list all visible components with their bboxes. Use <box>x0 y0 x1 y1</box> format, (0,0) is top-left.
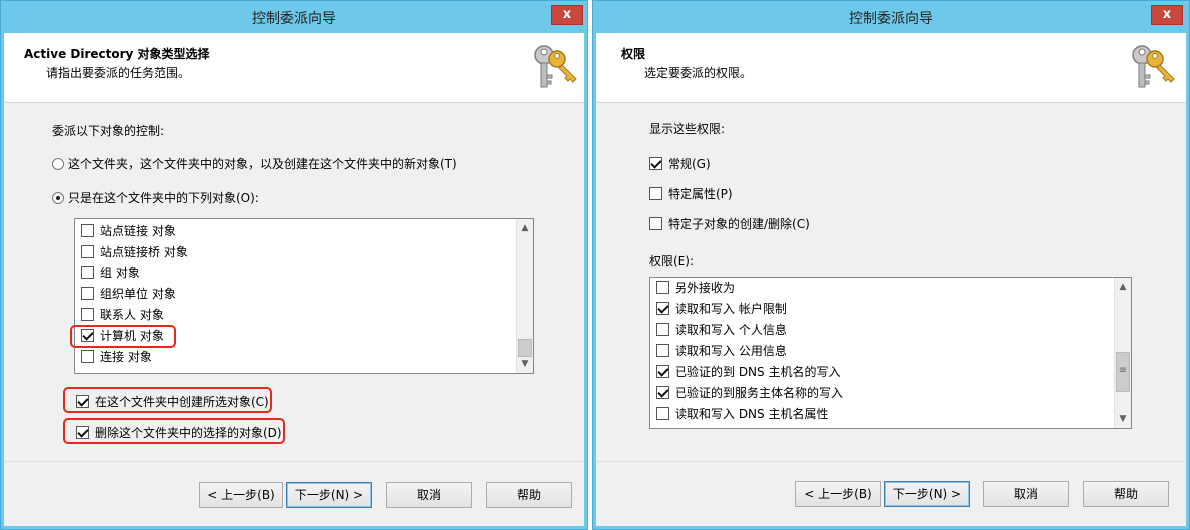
keys-icon <box>1132 45 1175 88</box>
permission-checkbox[interactable] <box>656 281 669 294</box>
object-checkbox[interactable] <box>81 308 94 321</box>
right-close-button[interactable]: x <box>1151 5 1183 25</box>
delegate-label: 委派以下对象的控制: <box>52 124 165 138</box>
radio-all-objects-label: 这个文件夹，这个文件夹中的对象，以及创建在这个文件夹中的新对象(T) <box>68 157 457 171</box>
filter-child-label: 特定子对象的创建/删除(C) <box>668 217 810 231</box>
permissions-list-scrollbar[interactable]: ▲ ≡ ▼ <box>1114 278 1131 428</box>
left-close-button[interactable]: x <box>551 5 583 25</box>
radio-all-objects[interactable]: 这个文件夹，这个文件夹中的对象，以及创建在这个文件夹中的新对象(T) <box>52 155 457 172</box>
cancel-button[interactable]: 取消 <box>983 481 1069 507</box>
filter-child-objects[interactable]: 特定子对象的创建/删除(C) <box>649 215 810 232</box>
object-checkbox[interactable] <box>81 245 94 258</box>
list-item-label: 联系人 对象 <box>100 308 164 322</box>
list-item-label: 站点链接 对象 <box>100 224 176 238</box>
list-item-label: 读取和写入 帐户限制 <box>675 302 787 316</box>
highlight-box-delete <box>63 418 285 444</box>
filter-child-checkbox[interactable] <box>649 217 662 230</box>
left-window-title: 控制委派向导 <box>252 11 336 27</box>
permission-checkbox[interactable] <box>656 365 669 378</box>
radio-all-objects-button[interactable] <box>52 158 64 170</box>
list-item[interactable]: 读取和写入 公用信息 <box>656 341 787 361</box>
scroll-thumb[interactable] <box>518 339 532 357</box>
left-client-area: Active Directory 对象类型选择 请指出要委派的任务范围。 委派以… <box>4 33 584 526</box>
left-dialog-window: 控制委派向导 x Active Directory 对象类型选择 请指出要委派的… <box>0 0 588 530</box>
list-item[interactable]: 连接 对象 <box>81 347 152 367</box>
show-permissions-label: 显示这些权限: <box>649 122 726 136</box>
object-list-scrollbar[interactable]: ▲ ▼ <box>516 219 533 373</box>
permission-checkbox[interactable] <box>656 344 669 357</box>
right-client-area: 权限 选定要委派的权限。 显示这些权限: 常规(G) 特定属性(P) 特定子对象… <box>596 33 1186 526</box>
left-titlebar[interactable]: 控制委派向导 x <box>1 1 587 33</box>
list-item-label: 读取和写入 个人信息 <box>675 323 787 337</box>
right-header-title: 权限 <box>621 47 646 61</box>
permission-checkbox[interactable] <box>656 407 669 420</box>
filter-properties-label: 特定属性(P) <box>668 187 733 201</box>
right-titlebar[interactable]: 控制委派向导 x <box>593 1 1189 33</box>
filter-general-checkbox[interactable] <box>649 157 662 170</box>
list-item[interactable]: 站点链接 对象 <box>81 221 176 241</box>
list-item[interactable]: 组 对象 <box>81 263 140 283</box>
next-button[interactable]: 下一步(N) > <box>286 482 372 508</box>
scroll-down-arrow[interactable]: ▼ <box>1115 411 1131 427</box>
list-item[interactable]: 联系人 对象 <box>81 305 164 325</box>
right-dialog-window: 控制委派向导 x 权限 选定要委派的权限。 显示这些权限: 常规(G) 特定属性… <box>592 0 1190 530</box>
list-item-label: 读取和写入 公用信息 <box>675 344 787 358</box>
right-footer-divider <box>596 461 1186 462</box>
scroll-up-arrow[interactable]: ▲ <box>1115 279 1131 295</box>
list-item-label: 站点链接桥 对象 <box>100 245 188 259</box>
radio-only-objects[interactable]: 只是在这个文件夹中的下列对象(O): <box>52 189 259 206</box>
help-button[interactable]: 帮助 <box>1083 481 1169 507</box>
list-item[interactable]: 站点链接桥 对象 <box>81 242 188 262</box>
permission-checkbox[interactable] <box>656 386 669 399</box>
right-header: 权限 选定要委派的权限。 <box>596 33 1186 103</box>
next-button[interactable]: 下一步(N) > <box>884 481 970 507</box>
back-button[interactable]: < 上一步(B) <box>795 481 881 507</box>
permission-checkbox[interactable] <box>656 323 669 336</box>
permissions-label: 权限(E): <box>649 254 694 268</box>
list-item-label: 已验证的到 DNS 主机名的写入 <box>675 365 841 379</box>
list-item[interactable]: 读取和写入 个人信息 <box>656 320 787 340</box>
list-item[interactable]: 读取和写入 DNS 主机名属性 <box>656 404 828 424</box>
left-header: Active Directory 对象类型选择 请指出要委派的任务范围。 <box>4 33 584 103</box>
scroll-up-arrow[interactable]: ▲ <box>517 220 533 236</box>
list-item-label: 读取和写入 DNS 主机名属性 <box>675 407 829 421</box>
cancel-button[interactable]: 取消 <box>386 482 472 508</box>
list-item[interactable]: 另外接收为 <box>656 278 735 298</box>
filter-properties-checkbox[interactable] <box>649 187 662 200</box>
left-header-title: Active Directory 对象类型选择 <box>24 47 210 61</box>
keys-icon <box>534 45 577 88</box>
list-item[interactable]: 读取和写入 帐户限制 <box>656 299 787 319</box>
highlight-box-computer <box>70 325 176 348</box>
scroll-thumb[interactable]: ≡ <box>1116 352 1130 392</box>
radio-only-objects-button[interactable] <box>52 192 64 204</box>
permissions-list[interactable]: 另外接收为 读取和写入 帐户限制 读取和写入 个人信息 读取和写入 公用信息 已… <box>649 277 1132 429</box>
filter-general-label: 常规(G) <box>668 157 711 171</box>
list-item-label: 连接 对象 <box>100 350 152 364</box>
list-item[interactable]: 已验证的到 DNS 主机名的写入 <box>656 362 840 382</box>
list-item[interactable]: 组织单位 对象 <box>81 284 176 304</box>
list-item-label: 已验证的到服务主体名称的写入 <box>675 386 844 400</box>
object-checkbox[interactable] <box>81 224 94 237</box>
back-button[interactable]: < 上一步(B) <box>199 482 283 508</box>
object-checkbox[interactable] <box>81 266 94 279</box>
left-footer-divider <box>4 461 584 462</box>
object-checkbox[interactable] <box>81 350 94 363</box>
list-item-label: 组织单位 对象 <box>100 287 176 301</box>
highlight-box-create <box>63 387 272 413</box>
object-type-list[interactable]: 站点链接 对象 站点链接桥 对象 组 对象 组织单位 对象 联系人 对象 计算机… <box>74 218 534 374</box>
list-item-label: 组 对象 <box>100 266 140 280</box>
right-header-subtitle: 选定要委派的权限。 <box>644 66 753 80</box>
object-checkbox[interactable] <box>81 287 94 300</box>
filter-specific-properties[interactable]: 特定属性(P) <box>649 185 733 202</box>
permission-checkbox[interactable] <box>656 302 669 315</box>
filter-general[interactable]: 常规(G) <box>649 155 711 172</box>
radio-only-objects-label: 只是在这个文件夹中的下列对象(O): <box>68 191 259 205</box>
help-button[interactable]: 帮助 <box>486 482 572 508</box>
list-item-label: 另外接收为 <box>675 281 736 295</box>
list-item[interactable]: 已验证的到服务主体名称的写入 <box>656 383 843 403</box>
scroll-down-arrow[interactable]: ▼ <box>517 356 533 372</box>
left-header-subtitle: 请指出要委派的任务范围。 <box>46 66 191 80</box>
right-window-title: 控制委派向导 <box>849 11 933 27</box>
